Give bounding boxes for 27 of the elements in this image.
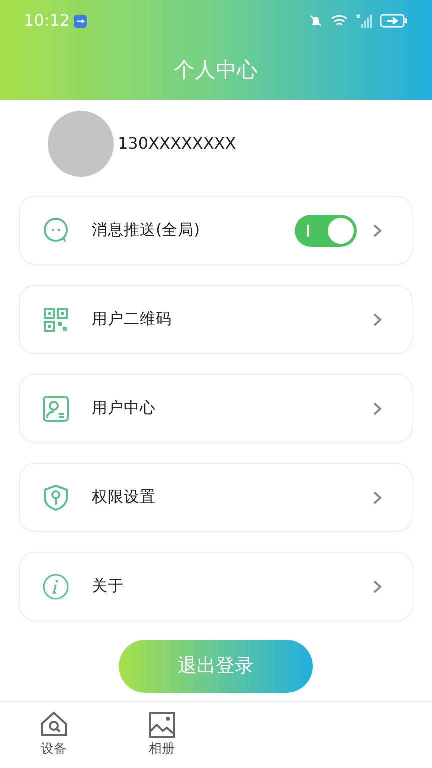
muted-bell-icon bbox=[309, 14, 323, 28]
qr-code-icon bbox=[42, 306, 70, 334]
status-time: 10:12 bbox=[24, 10, 70, 32]
battery-icon bbox=[380, 14, 408, 28]
chevron-icon bbox=[373, 580, 382, 594]
signal-icon bbox=[356, 14, 372, 28]
shield-key-icon bbox=[42, 484, 70, 512]
push-toggle[interactable] bbox=[295, 214, 357, 246]
usb-icon bbox=[74, 14, 88, 28]
chevron-icon bbox=[373, 312, 382, 326]
chat-bubble-icon bbox=[42, 216, 70, 244]
info-icon bbox=[42, 572, 70, 600]
chevron-icon bbox=[373, 402, 382, 416]
chevron-icon bbox=[373, 224, 382, 238]
menu-item[interactable]: 消息推送(全局) bbox=[19, 196, 413, 265]
nav-tab[interactable]: 设备 bbox=[0, 702, 108, 768]
nav-tab[interactable]: 相册 bbox=[108, 702, 216, 768]
menu-item[interactable]: 用户中心 bbox=[19, 374, 413, 443]
phone-number: 130XXXXXXXX bbox=[118, 133, 236, 155]
menu-item[interactable]: 权限设置 bbox=[19, 463, 413, 532]
image-icon bbox=[147, 710, 177, 740]
menu-item[interactable]: 关于 bbox=[19, 552, 413, 621]
wifi-icon bbox=[331, 14, 348, 28]
menu-item[interactable]: 用户二维码 bbox=[19, 285, 413, 354]
chevron-icon bbox=[373, 490, 382, 504]
page-title: 个人中心 bbox=[174, 57, 258, 84]
user-card-icon bbox=[42, 394, 70, 422]
